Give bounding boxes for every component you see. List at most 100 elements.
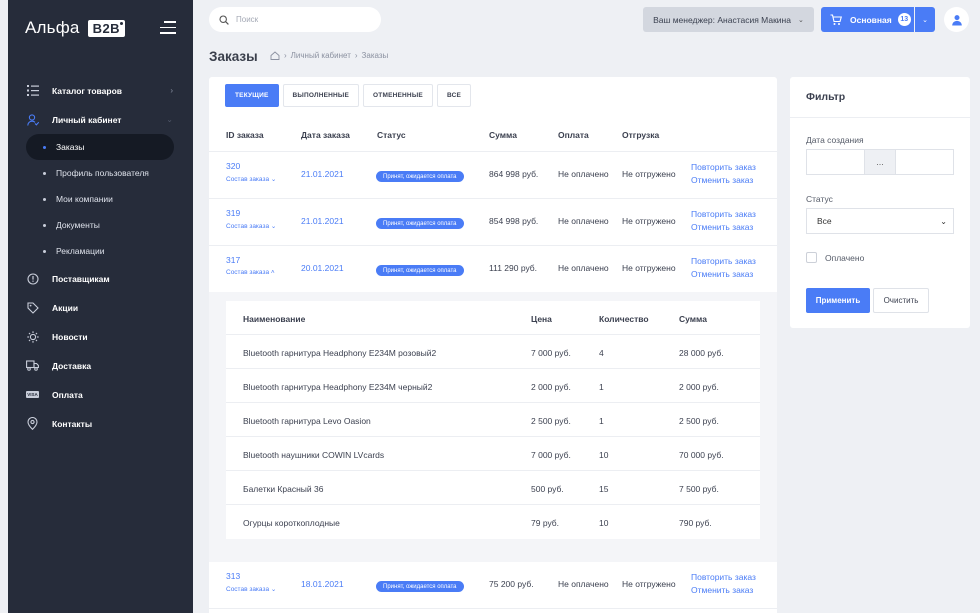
repeat-order-link[interactable]: Повторить заказ [691, 256, 756, 266]
visa-icon-text: VISA [25, 391, 40, 398]
date-to-input[interactable] [895, 149, 954, 175]
breadcrumb-item[interactable]: Личный кабинет [291, 51, 351, 60]
item-price: 2 500 руб. [531, 416, 571, 426]
sidebar-subitem-documents[interactable]: Документы [26, 212, 174, 238]
composition-toggle[interactable]: Состав заказа ˄ [226, 269, 275, 276]
location-pin-icon [26, 417, 39, 430]
sidebar-subitem-orders[interactable]: Заказы [26, 134, 174, 160]
sidebar-item-account[interactable]: Личный кабинет ⌄ [8, 105, 193, 134]
order-id-link[interactable]: 317 [226, 255, 240, 265]
clear-button[interactable]: Очистить [873, 288, 929, 313]
column-header: Статус [377, 130, 406, 140]
paid-checkbox-label: Оплачено [825, 252, 865, 263]
composition-toggle[interactable]: Состав заказа ⌄ [226, 222, 276, 230]
sidebar-item-contacts[interactable]: Контакты [8, 409, 193, 438]
apply-button[interactable]: Применить [806, 288, 870, 313]
manager-dropdown[interactable]: Ваш менеджер: Анастасия Макина ⌄ [643, 7, 814, 32]
cart-button[interactable]: Основная 13 [821, 7, 914, 32]
menu-toggle-icon[interactable] [160, 21, 176, 34]
user-icon [951, 14, 962, 25]
filter-title: Фильтр [806, 91, 846, 103]
item-qty: 15 [599, 484, 609, 494]
tab-all[interactable]: ВСЕ [436, 84, 472, 107]
cancel-order-link[interactable]: Отменить заказ [691, 222, 753, 232]
sidebar-item-label: Оплата [52, 389, 83, 400]
table-row: 317 Состав заказа ˄ 20.01.2021 Принят, о… [209, 246, 777, 293]
cancel-order-link[interactable]: Отменить заказ [691, 585, 753, 595]
order-id-link[interactable]: 320 [226, 161, 240, 171]
tab-completed[interactable]: ВЫПОЛНЕННЫЕ [282, 84, 360, 107]
sidebar-item-label: Доставка [52, 360, 92, 371]
item-qty: 10 [599, 518, 609, 528]
sidebar-item-catalog[interactable]: Каталог товаров › [8, 76, 193, 105]
item-name: Bluetooth гарнитура Headphony E234M черн… [243, 382, 433, 392]
sidebar-item-promotions[interactable]: Акции [8, 293, 193, 322]
column-header: Количество [599, 314, 649, 324]
status-label: Статус [806, 194, 833, 204]
order-date: 20.01.2021 [301, 263, 344, 273]
shipment-status: Не отгружено [622, 169, 676, 179]
repeat-order-link[interactable]: Повторить заказ [691, 572, 756, 582]
filter-panel: Фильтр Дата создания ... Статус Все ⌄ Оп… [790, 77, 970, 328]
info-icon [26, 272, 39, 285]
order-id-link[interactable]: 313 [226, 571, 240, 581]
sidebar-item-delivery[interactable]: Доставка [8, 351, 193, 380]
bullet-icon [43, 223, 46, 227]
sidebar-subitem-claims[interactable]: Рекламации [26, 238, 174, 264]
search-input[interactable] [236, 15, 376, 24]
sidebar-subitem-profile[interactable]: Профиль пользователя [26, 160, 174, 186]
order-date: 21.01.2021 [301, 169, 344, 179]
repeat-order-link[interactable]: Повторить заказ [691, 162, 756, 172]
status-badge: Принят, ожидается оплата [376, 218, 464, 229]
sidebar-nav: Каталог товаров › Личный кабинет ⌄ Заказ… [8, 76, 193, 438]
shipment-status: Не отгружено [622, 579, 676, 589]
order-sum: 75 200 руб. [489, 579, 534, 589]
item-qty: 4 [599, 348, 604, 358]
table-row: Bluetooth гарнитура Levo Oasion 2 500 ру… [226, 403, 760, 437]
payment-status: Не оплачено [558, 263, 609, 273]
column-header: Сумма [489, 130, 517, 140]
item-sum: 2 500 руб. [679, 416, 719, 426]
item-price: 7 000 руб. [531, 450, 571, 460]
manager-label: Ваш менеджер: Анастасия Макина [653, 14, 791, 25]
tab-current[interactable]: ТЕКУЩИЕ [225, 84, 279, 107]
avatar[interactable] [944, 7, 969, 32]
breadcrumb: › Личный кабинет › Заказы [270, 51, 388, 60]
item-sum: 2 000 руб. [679, 382, 719, 392]
home-icon[interactable] [270, 51, 280, 60]
order-details-panel: Наименование Цена Количество Сумма Bluet… [209, 292, 777, 562]
logo-text: Альфа [25, 18, 80, 37]
cancel-order-link[interactable]: Отменить заказ [691, 269, 753, 279]
tab-cancelled[interactable]: ОТМЕНЕННЫЕ [363, 84, 433, 107]
cancel-order-link[interactable]: Отменить заказ [691, 175, 753, 185]
item-qty: 1 [599, 416, 604, 426]
composition-toggle[interactable]: Состав заказа ⌄ [226, 175, 276, 183]
order-date: 18.01.2021 [301, 579, 344, 589]
date-from-input[interactable] [806, 149, 865, 175]
item-name: Огурцы короткоплодные [243, 518, 340, 528]
sidebar-subitem-companies[interactable]: Мои компании [26, 186, 174, 212]
repeat-order-link[interactable]: Повторить заказ [691, 209, 756, 219]
payment-status: Не оплачено [558, 579, 609, 589]
breadcrumb-separator: › [354, 51, 358, 60]
status-badge: Принят, ожидается оплата [376, 581, 464, 592]
date-created-label: Дата создания [806, 135, 864, 145]
cart-icon [830, 13, 842, 25]
order-sum: 864 998 руб. [489, 169, 539, 179]
sidebar-item-payment[interactable]: VISA Оплата [8, 380, 193, 409]
paid-checkbox[interactable]: Оплачено [806, 252, 864, 263]
status-select[interactable]: Все ⌄ [806, 208, 954, 234]
search-box[interactable] [209, 7, 381, 32]
order-sum: 854 998 руб. [489, 216, 539, 226]
cart-dropdown-button[interactable]: ⌄ [915, 7, 935, 32]
item-price: 500 руб. [531, 484, 564, 494]
truck-icon [26, 359, 39, 372]
composition-toggle[interactable]: Состав заказа ⌄ [226, 585, 276, 593]
order-id-link[interactable]: 319 [226, 208, 240, 218]
chevron-right-icon: › [170, 86, 173, 95]
checkbox-box[interactable] [806, 252, 817, 263]
bullet-icon [43, 145, 46, 149]
logo[interactable]: Альфа B2B [25, 18, 126, 38]
sidebar-item-news[interactable]: Новости [8, 322, 193, 351]
sidebar-item-suppliers[interactable]: Поставщикам [8, 264, 193, 293]
